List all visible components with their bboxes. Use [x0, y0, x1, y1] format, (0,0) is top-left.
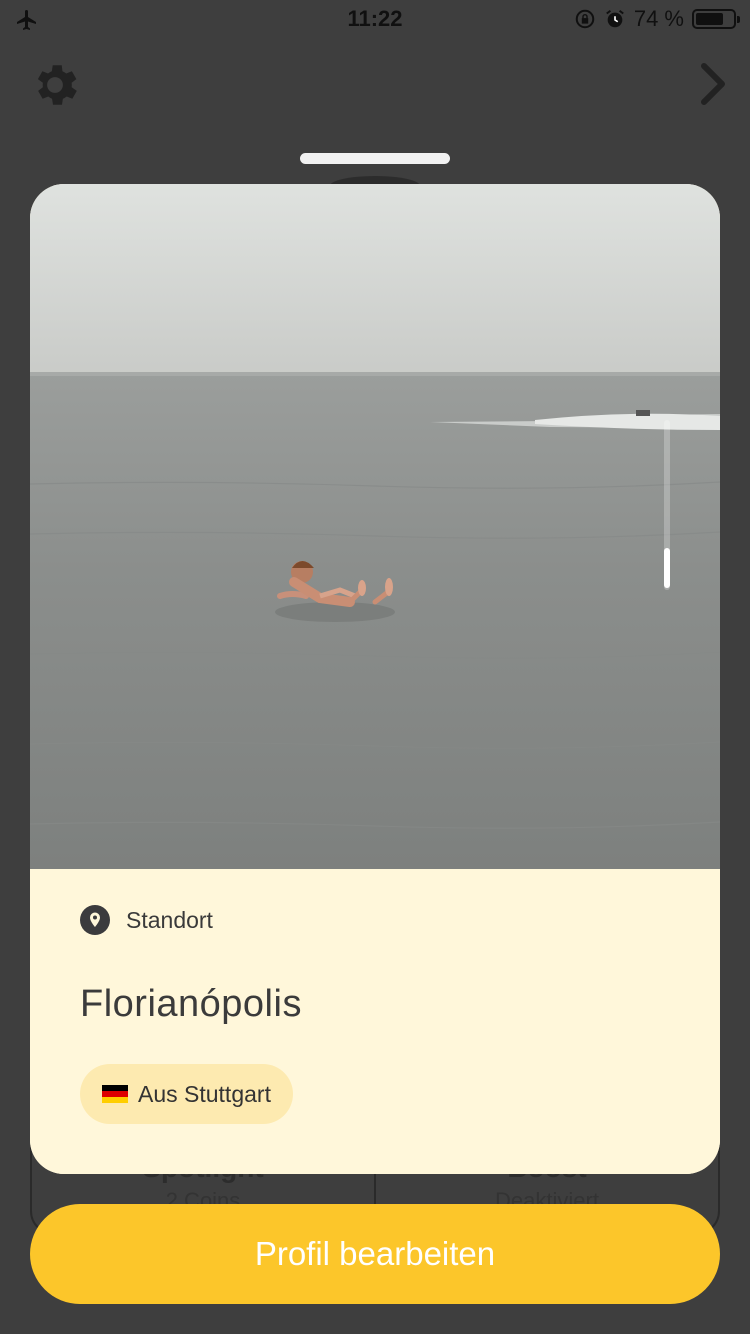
- status-bar: 11:22 74 %: [0, 0, 750, 40]
- location-row: Standort: [80, 905, 213, 935]
- status-right: 74 %: [574, 6, 740, 32]
- photo-scroll-indicator: [664, 548, 670, 588]
- battery-icon: [692, 9, 740, 29]
- location-label: Standort: [126, 906, 213, 933]
- profile-card[interactable]: Standort Florianópolis Aus Stuttgart: [30, 184, 720, 1174]
- sheet-handle[interactable]: [300, 153, 450, 164]
- gear-icon[interactable]: [28, 58, 82, 112]
- alarm-icon: [605, 9, 624, 28]
- edit-profile-button[interactable]: Profil bearbeiten: [30, 1204, 720, 1304]
- battery-fill: [696, 13, 723, 25]
- german-flag-icon: [102, 1085, 128, 1103]
- hometown-chip: Aus Stuttgart: [80, 1064, 293, 1124]
- chevron-right-icon[interactable]: [698, 62, 728, 106]
- orientation-lock-icon: [575, 9, 595, 29]
- profile-photo: [30, 184, 720, 869]
- battery-percent: 74 %: [633, 6, 684, 31]
- hometown-label: Aus Stuttgart: [138, 1080, 271, 1107]
- city-name: Florianópolis: [80, 983, 302, 1025]
- location-pin-icon: [80, 905, 110, 935]
- profile-info: Standort Florianópolis Aus Stuttgart: [30, 869, 720, 1174]
